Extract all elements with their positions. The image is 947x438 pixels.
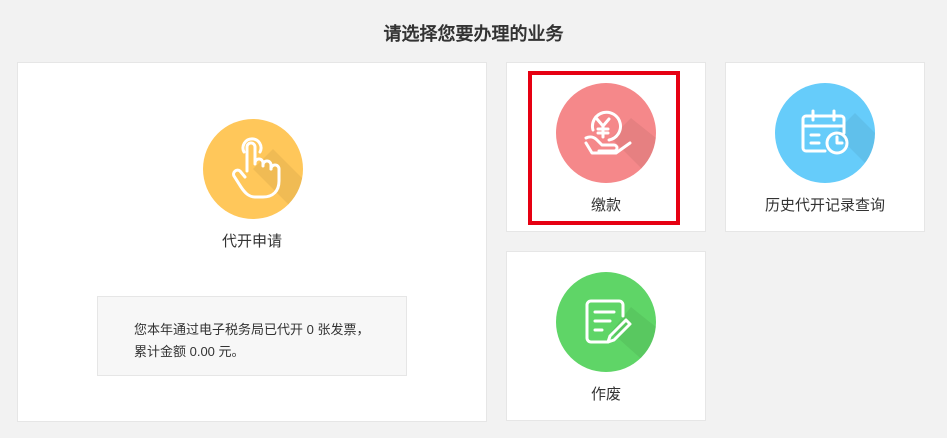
apply-icon-circle xyxy=(203,119,303,219)
void-card[interactable]: 作废 xyxy=(506,251,706,421)
pay-icon-circle xyxy=(556,83,656,183)
invoice-summary-notice: 您本年通过电子税务局已代开 0 张发票，累计金额 0.00 元。 xyxy=(97,296,407,376)
yuan-hand-icon xyxy=(584,110,656,183)
history-icon-circle xyxy=(775,83,875,183)
edit-document-icon xyxy=(585,299,656,372)
pay-card[interactable]: 缴款 xyxy=(506,62,706,232)
history-label: 历史代开记录查询 xyxy=(764,197,885,214)
page-title: 请选择您要办理的业务 xyxy=(383,24,564,44)
history-card[interactable]: 历史代开记录查询 xyxy=(725,62,925,232)
apply-label: 代开申请 xyxy=(221,233,282,250)
calendar-clock-icon xyxy=(801,109,875,173)
apply-card[interactable]: 代开申请 您本年通过电子税务局已代开 0 张发票，累计金额 0.00 元。 xyxy=(17,62,487,422)
void-icon-circle xyxy=(556,272,656,372)
pay-label: 缴款 xyxy=(590,197,621,214)
hand-tap-icon xyxy=(232,137,303,219)
void-label: 作废 xyxy=(590,386,621,403)
